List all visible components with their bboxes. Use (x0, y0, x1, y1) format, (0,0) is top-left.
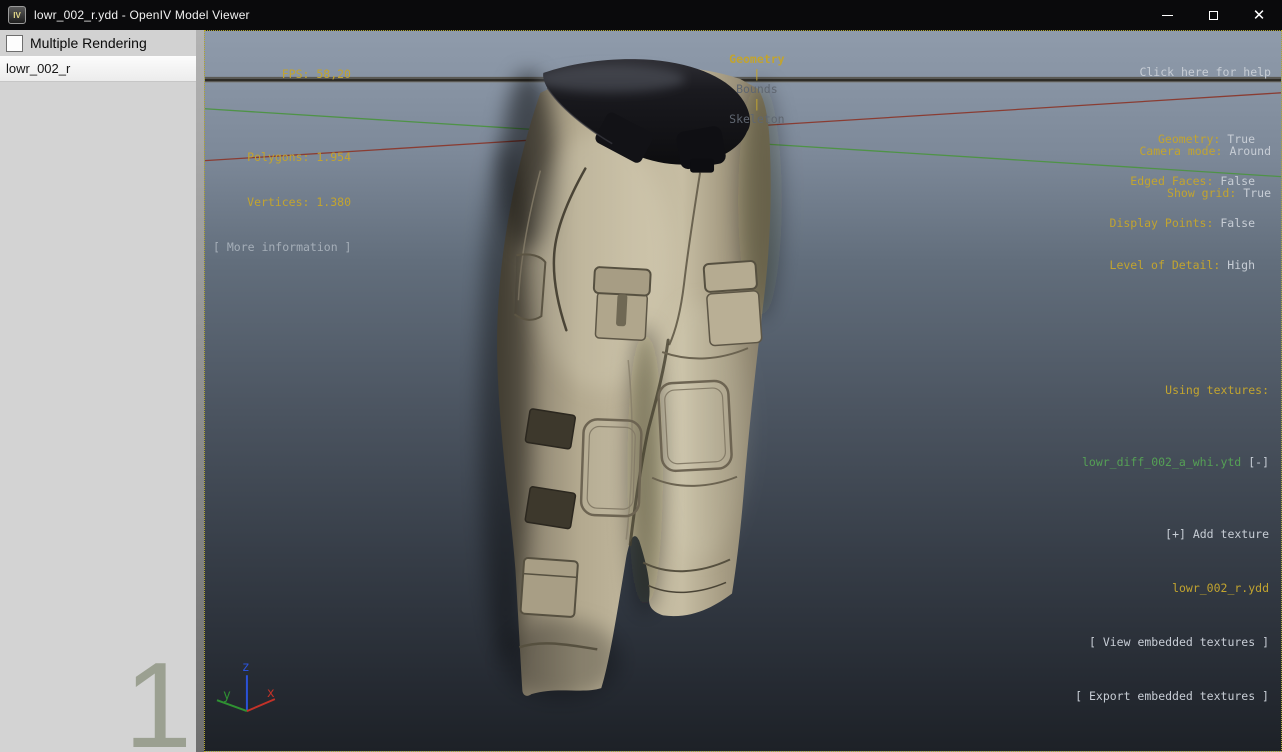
remove-texture-button[interactable]: [-] (1248, 455, 1269, 469)
tab-separator: | (753, 97, 761, 111)
export-embedded-textures-button[interactable]: [ Export embedded textures ] (1040, 687, 1269, 705)
tab-geometry[interactable]: Geometry (729, 52, 784, 66)
window-title: lowr_002_r.ydd - OpenIV Model Viewer (34, 8, 250, 22)
more-information-button[interactable]: [ More information ] (213, 240, 351, 255)
tab-bounds[interactable]: Bounds (736, 82, 778, 96)
view-embedded-textures-button[interactable]: [ View embedded textures ] (1040, 633, 1269, 651)
minimize-icon (1161, 14, 1173, 16)
axis-gizmo: z y x (216, 660, 276, 713)
option-edged-faces[interactable]: Edged Faces: False (1110, 174, 1255, 188)
help-link[interactable]: Click here for help (1139, 65, 1271, 79)
app-icon: IV (8, 6, 26, 24)
multiple-rendering-label[interactable]: Multiple Rendering (30, 35, 147, 51)
model-list-item[interactable]: lowr_002_r (0, 56, 196, 82)
tab-skeleton[interactable]: Skeleton (729, 112, 784, 126)
texture-row: lowr_diff_002_a_whi.ytd [-] (1040, 435, 1269, 489)
vertex-count: Vertices: 1.380 (247, 195, 351, 209)
close-icon: ✕ (1252, 5, 1266, 24)
maximize-icon (1208, 10, 1218, 20)
3d-viewport[interactable]: z y x FPS: 58,20 Polygons: 1.954 Vertice… (204, 30, 1282, 752)
sidebar-divider (196, 30, 204, 752)
textures-panel: Using textures: lowr_diff_002_a_whi.ytd [… (1040, 345, 1269, 741)
model-sidebar: Multiple Rendering lowr_002_r 1 (0, 30, 196, 752)
axis-z-label: z (242, 660, 250, 675)
close-button[interactable]: ✕ (1236, 0, 1282, 30)
pants-model (479, 59, 782, 700)
multiple-rendering-row: Multiple Rendering (0, 30, 196, 56)
multiple-rendering-checkbox[interactable] (6, 34, 23, 52)
polygon-count: Polygons: 1.954 (247, 150, 351, 164)
maximize-button[interactable] (1190, 0, 1236, 30)
minimize-button[interactable] (1144, 0, 1190, 30)
model-file-name: lowr_002_r.ydd (1172, 581, 1269, 595)
option-display-points[interactable]: Display Points: False (1110, 216, 1255, 230)
using-textures-heading: Using textures: (1165, 383, 1269, 397)
tab-separator: | (753, 67, 761, 81)
title-bar: IV lowr_002_r.ydd - OpenIV Model Viewer … (0, 0, 1282, 30)
texture-file-link[interactable]: lowr_diff_002_a_whi.ytd (1082, 455, 1241, 469)
option-geometry[interactable]: Geometry: True (1110, 132, 1255, 146)
option-level-of-detail[interactable]: Level of Detail: High (1110, 258, 1255, 272)
render-options: Geometry: True Edged Faces: False Display … (1110, 104, 1255, 300)
axis-y-label: y (223, 688, 231, 703)
viewport-index-watermark: 1 (124, 637, 192, 752)
add-texture-button[interactable]: [+] Add texture (1040, 525, 1269, 543)
axis-x-label: x (267, 686, 275, 701)
